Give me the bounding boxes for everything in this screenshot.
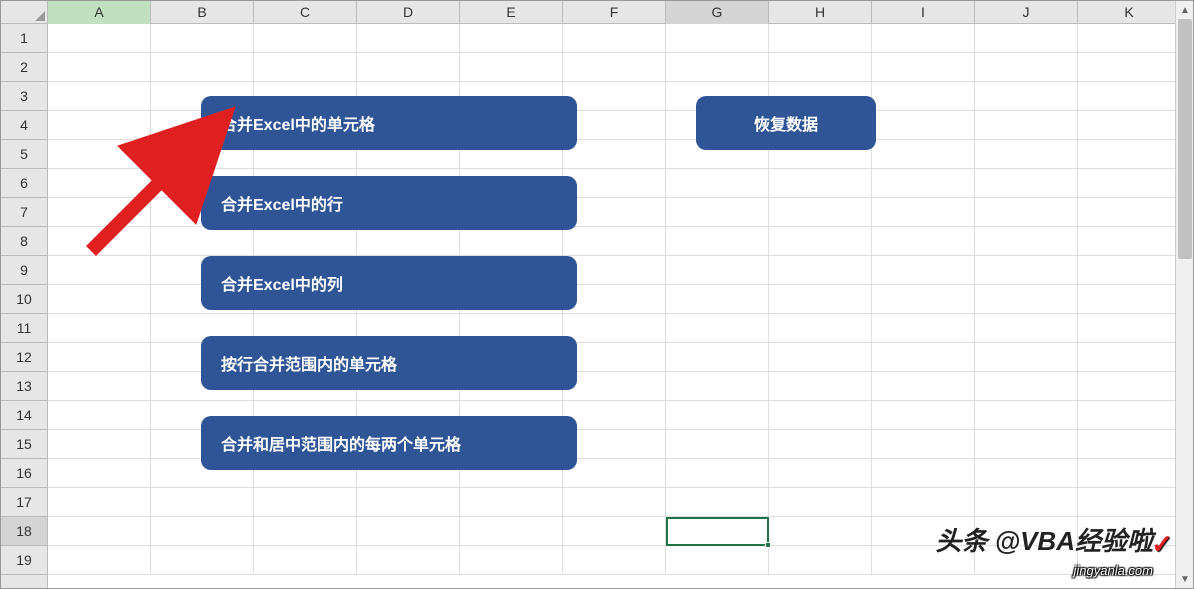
scroll-up-icon[interactable]: ▲ — [1176, 1, 1194, 19]
row-headers: 1 2 3 4 5 6 7 8 9 10 11 12 13 14 15 16 1… — [1, 24, 48, 588]
merge-rows-button[interactable]: 合并Excel中的行 — [201, 176, 577, 230]
row-header-18[interactable]: 18 — [1, 517, 47, 546]
row-header-13[interactable]: 13 — [1, 372, 47, 401]
row-header-7[interactable]: 7 — [1, 198, 47, 227]
col-header-h[interactable]: H — [769, 1, 872, 24]
row-header-2[interactable]: 2 — [1, 53, 47, 82]
col-header-g[interactable]: G — [666, 1, 769, 24]
col-header-f[interactable]: F — [563, 1, 666, 24]
row-header-10[interactable]: 10 — [1, 285, 47, 314]
merge-cols-button[interactable]: 合并Excel中的列 — [201, 256, 577, 310]
col-header-a[interactable]: A — [48, 1, 151, 24]
select-all-corner[interactable] — [1, 1, 48, 24]
col-header-i[interactable]: I — [872, 1, 975, 24]
row-header-9[interactable]: 9 — [1, 256, 47, 285]
row-header-4[interactable]: 4 — [1, 111, 47, 140]
select-all-triangle-icon — [35, 11, 45, 21]
column-headers: A B C D E F G H I J K — [48, 1, 1175, 24]
restore-data-button[interactable]: 恢复数据 — [696, 96, 876, 150]
row-header-19[interactable]: 19 — [1, 546, 47, 575]
row-header-5[interactable]: 5 — [1, 140, 47, 169]
row-header-14[interactable]: 14 — [1, 401, 47, 430]
row-header-6[interactable]: 6 — [1, 169, 47, 198]
row-header-12[interactable]: 12 — [1, 343, 47, 372]
watermark-checkmark-icon: ✓ — [1151, 529, 1173, 560]
row-header-11[interactable]: 11 — [1, 314, 47, 343]
row-header-3[interactable]: 3 — [1, 82, 47, 111]
merge-by-row-button[interactable]: 按行合并范围内的单元格 — [201, 336, 577, 390]
row-header-15[interactable]: 15 — [1, 430, 47, 459]
watermark-author: 头条 @VBA经验啦 — [936, 521, 1153, 558]
col-header-c[interactable]: C — [254, 1, 357, 24]
col-header-d[interactable]: D — [357, 1, 460, 24]
col-header-b[interactable]: B — [151, 1, 254, 24]
col-header-k[interactable]: K — [1078, 1, 1181, 24]
spreadsheet: A B C D E F G H I J K 1 2 3 4 5 6 7 8 9 … — [0, 0, 1194, 589]
merge-cells-button[interactable]: 合并Excel中的单元格 — [201, 96, 577, 150]
row-header-1[interactable]: 1 — [1, 24, 47, 53]
merge-center-pairs-button[interactable]: 合并和居中范围内的每两个单元格 — [201, 416, 577, 470]
col-header-e[interactable]: E — [460, 1, 563, 24]
row-header-17[interactable]: 17 — [1, 488, 47, 517]
scroll-thumb[interactable] — [1178, 19, 1192, 259]
row-header-16[interactable]: 16 — [1, 459, 47, 488]
scroll-down-icon[interactable]: ▼ — [1176, 570, 1194, 588]
vertical-scrollbar[interactable]: ▲ ▼ — [1175, 1, 1193, 588]
watermark-site: jingyanla.com — [1074, 563, 1154, 578]
row-header-8[interactable]: 8 — [1, 227, 47, 256]
col-header-j[interactable]: J — [975, 1, 1078, 24]
